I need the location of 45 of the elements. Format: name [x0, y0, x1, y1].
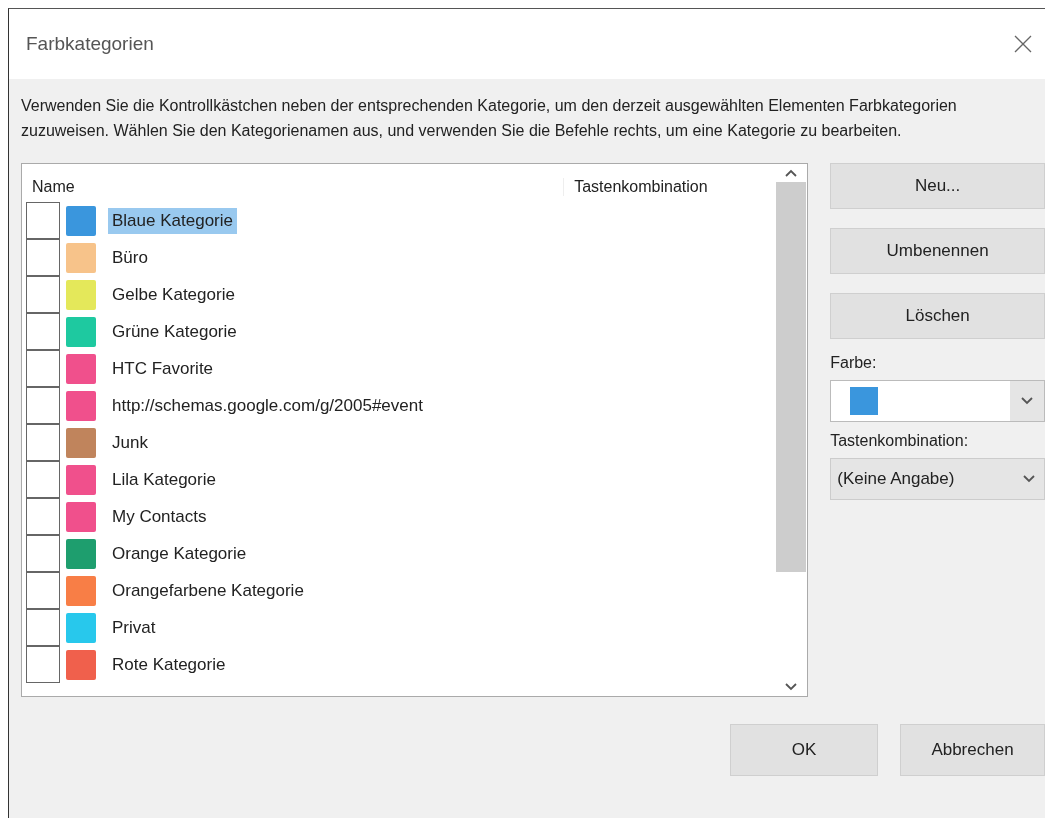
- checkbox[interactable]: [26, 350, 60, 387]
- category-name[interactable]: Orange Kategorie: [108, 540, 251, 567]
- field-label: Farbe:: [830, 354, 878, 372]
- category-name[interactable]: Junk: [108, 429, 152, 456]
- category-name[interactable]: Rote Kategorie: [108, 651, 230, 678]
- category-name[interactable]: Grüne Kategorie: [108, 318, 241, 345]
- category-name[interactable]: My Contacts: [108, 503, 211, 530]
- checkbox[interactable]: [26, 387, 60, 424]
- scroll-up-icon[interactable]: [784, 168, 799, 178]
- shortcut-dropdown[interactable]: (Keine Angabe): [830, 458, 1045, 500]
- checkbox[interactable]: [26, 202, 60, 239]
- category-name[interactable]: http://schemas.google.com/g/2005#event: [108, 392, 427, 419]
- checkbox[interactable]: [26, 276, 60, 313]
- description-text: Verwenden Sie die Kontrollkästchen neben der entsprechenden Kategorie, um den derzeit ausgewählten Elementen Farbkategorien zuzuweisen. Wählen Sie den Kategorienamen aus, und verwenden Sie die Befehle rechts, um eine Kategorie zu bearbeiten.: [21, 96, 958, 141]
- dialog-button[interactable]: OK: [730, 724, 878, 776]
- dialog-button[interactable]: Abbrechen: [900, 724, 1045, 776]
- category-name[interactable]: Büro: [108, 244, 152, 271]
- column-header[interactable]: Tastenkombination: [563, 178, 776, 196]
- side-button[interactable]: Neu...: [830, 163, 1045, 209]
- category-name[interactable]: Lila Kategorie: [108, 466, 220, 493]
- color-dropdown[interactable]: [830, 380, 1045, 422]
- category-name[interactable]: Gelbe Kategorie: [108, 281, 239, 308]
- field-label: Tastenkombination:: [830, 432, 970, 450]
- scrollbar-thumb[interactable]: [776, 182, 807, 572]
- category-name[interactable]: Orangefarbene Kategorie: [108, 577, 308, 604]
- checkbox[interactable]: [26, 424, 60, 461]
- checkbox[interactable]: [26, 461, 60, 498]
- category-name[interactable]: HTC Favorite: [108, 355, 218, 382]
- column-header[interactable]: Name: [22, 178, 564, 196]
- chevron-down-icon[interactable]: [1022, 474, 1036, 484]
- checkbox[interactable]: [26, 535, 60, 572]
- chevron-down-icon[interactable]: [1020, 396, 1034, 406]
- category-name[interactable]: Privat: [108, 614, 160, 641]
- side-button[interactable]: Löschen: [830, 293, 1045, 339]
- checkbox[interactable]: [26, 646, 60, 683]
- checkbox[interactable]: [26, 572, 60, 609]
- close-icon[interactable]: [1013, 34, 1033, 54]
- checkbox[interactable]: [26, 498, 60, 535]
- scroll-down-icon[interactable]: [784, 682, 799, 692]
- window-title: Farbkategorien: [26, 33, 154, 55]
- checkbox[interactable]: [26, 239, 60, 276]
- category-name[interactable]: Blaue Kategorie: [108, 207, 237, 234]
- checkbox[interactable]: [26, 313, 60, 350]
- checkbox[interactable]: [26, 609, 60, 646]
- side-button[interactable]: Umbenennen: [830, 228, 1045, 274]
